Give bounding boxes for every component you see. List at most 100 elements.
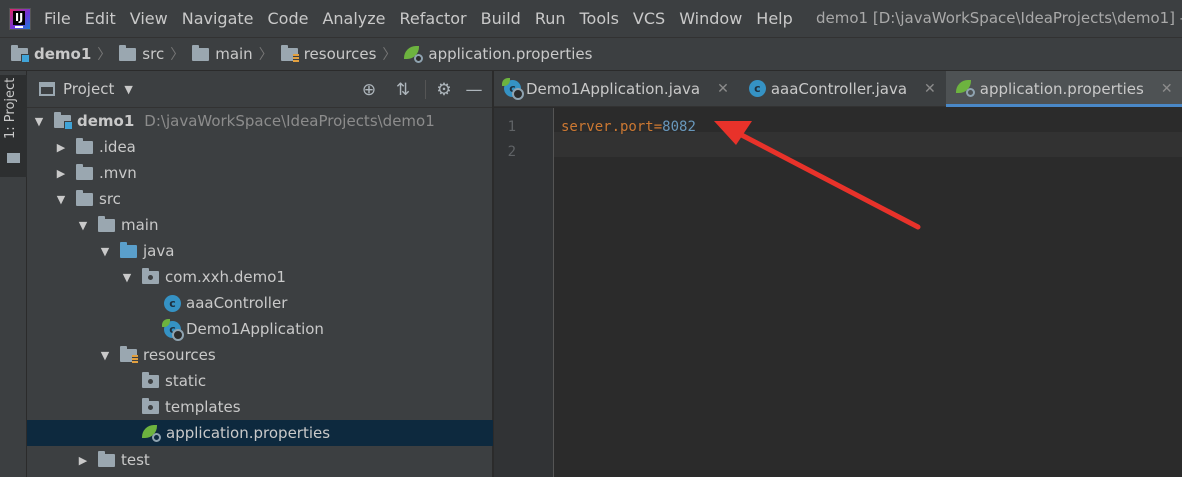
tree-item-mvn[interactable]: ▶ .mvn (27, 160, 493, 186)
spring-properties-icon (955, 80, 975, 97)
line-number-gutter: 1 2 (494, 108, 554, 477)
menu-help[interactable]: Help (756, 9, 792, 28)
module-folder-icon (54, 111, 73, 130)
tree-item-test[interactable]: ▶ test (27, 447, 493, 473)
tree-item-main[interactable]: ▼ main (27, 212, 493, 238)
tree-item-static[interactable]: static (27, 368, 493, 394)
chevron-right-icon: 〉 (382, 47, 397, 63)
tab-label: application.properties (979, 79, 1144, 98)
menu-window[interactable]: Window (679, 9, 742, 28)
breadcrumb-item-application-properties[interactable]: application.properties (404, 45, 592, 63)
resources-folder-icon (280, 44, 299, 62)
property-key: server.port (561, 119, 654, 135)
tree-item-label: resources (143, 346, 216, 364)
spring-properties-icon (404, 45, 424, 63)
breadcrumb-item-resources[interactable]: resources (280, 44, 377, 63)
close-icon[interactable]: ✕ (1161, 81, 1173, 97)
tree-item-label: application.properties (166, 424, 331, 442)
code-line[interactable]: server.port=8082 (561, 119, 696, 135)
project-tool-tab-label: 1: Project (3, 77, 18, 139)
expand-arrow-icon[interactable]: ▼ (98, 349, 112, 362)
source-folder-icon (120, 241, 137, 258)
tree-item-application-properties[interactable]: application.properties (27, 420, 493, 446)
tree-item-java[interactable]: ▼ java (27, 238, 493, 264)
tree-item-label: main (121, 216, 159, 234)
menu-vcs[interactable]: VCS (633, 9, 665, 28)
close-icon[interactable]: ✕ (717, 81, 729, 97)
menu-edit[interactable]: Edit (85, 9, 116, 28)
expand-arrow-icon[interactable]: ▼ (120, 271, 134, 284)
breadcrumb-label: src (142, 45, 165, 63)
tab-aaacontroller[interactable]: c aaaController.java ✕ (739, 71, 946, 106)
chevron-right-icon: 〉 (170, 47, 185, 63)
menu-code[interactable]: Code (268, 9, 309, 28)
close-icon[interactable]: ✕ (924, 81, 936, 97)
folder-icon (76, 163, 93, 180)
menu-refactor[interactable]: Refactor (400, 9, 467, 28)
breadcrumb-item-main[interactable]: main (192, 44, 253, 63)
menu-tools[interactable]: Tools (580, 9, 619, 28)
menu-run[interactable]: Run (535, 9, 566, 28)
locate-icon[interactable]: ⊕ (359, 80, 379, 100)
editor-tab-bar: c Demo1Application.java ✕ c aaaControlle… (494, 71, 1182, 107)
collapse-arrow-icon[interactable]: ▶ (54, 167, 68, 180)
chevron-right-icon: 〉 (258, 47, 273, 63)
menu-analyze[interactable]: Analyze (322, 9, 385, 28)
project-tool-tab[interactable]: 1: Project (0, 75, 27, 177)
tree-item-idea[interactable]: ▶ .idea (27, 134, 493, 160)
tree-item-label: src (99, 190, 121, 208)
project-view-selector[interactable]: Project (63, 80, 114, 98)
spring-boot-class-icon: c (162, 318, 184, 341)
project-panel: Project ▼ ⊕ ⇅ ⚙ — ▼ demo1 D:\javaWorkSpa… (27, 71, 493, 477)
package-folder-icon (142, 371, 159, 388)
tab-demo1application[interactable]: c Demo1Application.java ✕ (494, 71, 739, 106)
breadcrumb-label: demo1 (34, 45, 92, 63)
intellij-logo-icon: IJ (9, 7, 31, 30)
menu-navigate[interactable]: Navigate (182, 9, 254, 28)
property-value: 8082 (662, 119, 696, 135)
menu-file[interactable]: File (44, 9, 71, 28)
tree-item-templates[interactable]: templates (27, 394, 493, 420)
breadcrumb-label: resources (303, 45, 377, 63)
tree-item-demo1[interactable]: ▼ demo1 D:\javaWorkSpace\IdeaProjects\de… (27, 108, 493, 134)
expand-arrow-icon[interactable]: ▼ (32, 115, 46, 128)
folder-icon (192, 44, 210, 61)
expand-arrow-icon[interactable]: ▼ (76, 219, 90, 232)
tree-item-label: java (143, 242, 175, 260)
minimize-icon[interactable]: — (464, 80, 484, 100)
breadcrumb-item-demo1[interactable]: demo1 (11, 44, 92, 63)
project-panel-header: Project ▼ ⊕ ⇅ ⚙ — (27, 71, 492, 108)
expand-arrow-icon[interactable]: ▼ (54, 193, 68, 206)
tree-item-demo1application[interactable]: c Demo1Application (27, 316, 493, 342)
collapse-all-icon[interactable]: ⇅ (393, 80, 413, 100)
line-number: 1 (507, 119, 516, 135)
collapse-arrow-icon[interactable]: ▶ (76, 454, 90, 467)
tree-item-package[interactable]: ▼ com.xxh.demo1 (27, 264, 493, 290)
property-separator: = (653, 119, 663, 135)
expand-arrow-icon[interactable]: ▼ (98, 245, 112, 258)
tab-label: aaaController.java (770, 79, 908, 98)
tree-item-path: D:\javaWorkSpace\IdeaProjects\demo1 (144, 112, 435, 130)
folder-icon (98, 450, 115, 467)
menu-view[interactable]: View (130, 9, 168, 28)
editor-area: c Demo1Application.java ✕ c aaaControlle… (494, 71, 1182, 477)
breadcrumb-label: main (215, 45, 253, 63)
tab-application-properties[interactable]: application.properties ✕ (945, 71, 1182, 107)
tree-item-label: Demo1Application (186, 320, 324, 338)
project-view-icon (39, 82, 55, 96)
tree-item-resources[interactable]: ▼ resources (27, 342, 493, 368)
resources-folder-icon (120, 345, 138, 363)
gear-icon[interactable]: ⚙ (434, 80, 454, 100)
line-number: 2 (507, 144, 516, 160)
folder-icon (7, 153, 20, 163)
chevron-down-icon[interactable]: ▼ (124, 83, 132, 96)
tree-item-src[interactable]: ▼ src (27, 186, 493, 212)
chevron-right-icon: 〉 (97, 47, 112, 63)
collapse-arrow-icon[interactable]: ▶ (54, 141, 68, 154)
tree-item-aaacontroller[interactable]: c aaaController (27, 290, 493, 316)
folder-icon (119, 44, 137, 61)
spring-properties-icon (142, 424, 161, 442)
breadcrumb-item-src[interactable]: src (119, 44, 165, 63)
menu-build[interactable]: Build (481, 9, 521, 28)
tree-item-label: .mvn (99, 164, 137, 182)
